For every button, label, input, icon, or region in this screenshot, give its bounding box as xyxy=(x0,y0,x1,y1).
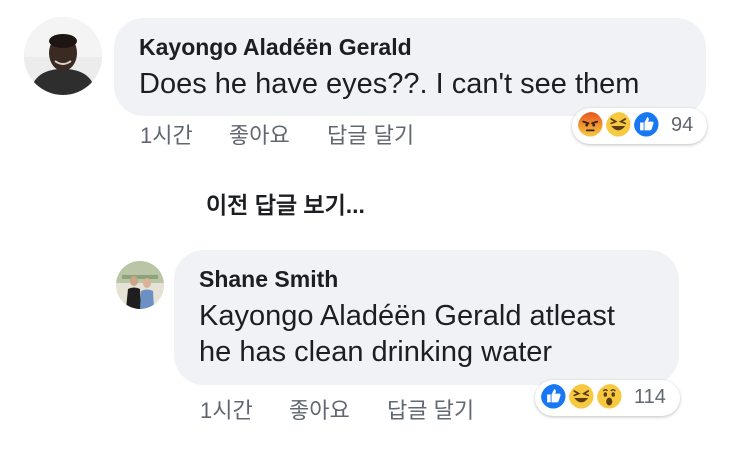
view-previous-replies-link[interactable]: 이전 답글 보기... xyxy=(206,186,365,220)
comment-bubble: Kayongo Aladéën Gerald Does he have eyes… xyxy=(114,18,706,116)
like-icon xyxy=(632,110,664,142)
reply-link[interactable]: 답글 달기 xyxy=(327,118,414,150)
reply-bubble: Shane Smith Kayongo Aladéën Gerald atlea… xyxy=(174,250,679,385)
avatar[interactable] xyxy=(24,17,102,95)
reply-reaction-summary[interactable]: 114 xyxy=(535,380,680,416)
reply-text: Kayongo Aladéën Gerald atleast he has cl… xyxy=(199,298,615,370)
reaction-count: 114 xyxy=(634,386,666,408)
profile-photo xyxy=(24,17,102,95)
reply-link[interactable]: 답글 달기 xyxy=(387,393,474,425)
reply-text-line: he has clean drinking water xyxy=(199,336,553,368)
like-link[interactable]: 좋아요 xyxy=(229,118,290,150)
timestamp[interactable]: 1시간 xyxy=(140,118,193,150)
reply-author[interactable]: Shane Smith xyxy=(199,266,338,293)
reaction-count: 94 xyxy=(671,114,694,136)
comment-author[interactable]: Kayongo Aladéën Gerald xyxy=(139,34,412,61)
wow-icon xyxy=(595,382,627,414)
reaction-summary[interactable]: 94 xyxy=(572,108,707,144)
comment-thread: Kayongo Aladéën Gerald Does he have eyes… xyxy=(0,0,740,455)
timestamp[interactable]: 1시간 xyxy=(200,393,253,425)
reply-avatar[interactable] xyxy=(116,261,164,309)
comment-text: Does he have eyes??. I can't see them xyxy=(139,68,640,100)
profile-photo xyxy=(116,261,164,309)
reply-text-line: Kayongo Aladéën Gerald atleast xyxy=(199,300,615,332)
like-link[interactable]: 좋아요 xyxy=(289,393,350,425)
